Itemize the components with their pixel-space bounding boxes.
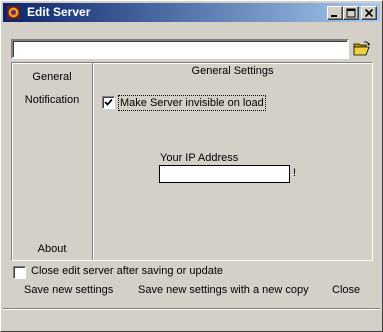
maximize-icon — [346, 8, 356, 18]
maximize-button[interactable] — [343, 6, 359, 20]
nav-item-general[interactable]: General — [12, 71, 92, 83]
close-after-save-label[interactable]: Close edit server after saving or update — [31, 265, 223, 277]
save-copy-button[interactable]: Save new settings with a new copy — [138, 284, 309, 296]
ip-address-label: Your IP Address — [160, 152, 239, 164]
close-button[interactable] — [361, 6, 377, 20]
server-path-input[interactable] — [11, 39, 349, 59]
ip-address-input[interactable] — [159, 165, 290, 183]
status-bar — [3, 308, 380, 330]
window-title: Edit Server — [27, 5, 91, 19]
close-window-button[interactable]: Close — [332, 284, 360, 296]
minimize-icon — [331, 15, 337, 17]
minimize-button[interactable] — [327, 6, 343, 20]
invisible-on-load-label[interactable]: Make Server invisible on load — [118, 95, 266, 111]
ip-address-suffix: ! — [293, 167, 297, 179]
close-icon — [364, 8, 374, 18]
nav-item-notification[interactable]: Notification — [12, 94, 92, 106]
nav-item-about[interactable]: About — [12, 243, 92, 255]
save-settings-button[interactable]: Save new settings — [24, 284, 113, 296]
app-icon — [7, 6, 20, 19]
settings-nav: General Notification About — [12, 63, 93, 260]
invisible-on-load-checkbox[interactable] — [102, 96, 115, 109]
section-title: General Settings — [191, 65, 274, 77]
edit-server-window: Edit Server General Notification About G… — [0, 0, 383, 332]
close-after-save-checkbox[interactable] — [13, 266, 26, 279]
checkmark-icon — [104, 98, 113, 106]
open-folder-icon[interactable] — [353, 41, 371, 57]
title-bar[interactable]: Edit Server — [3, 3, 380, 22]
